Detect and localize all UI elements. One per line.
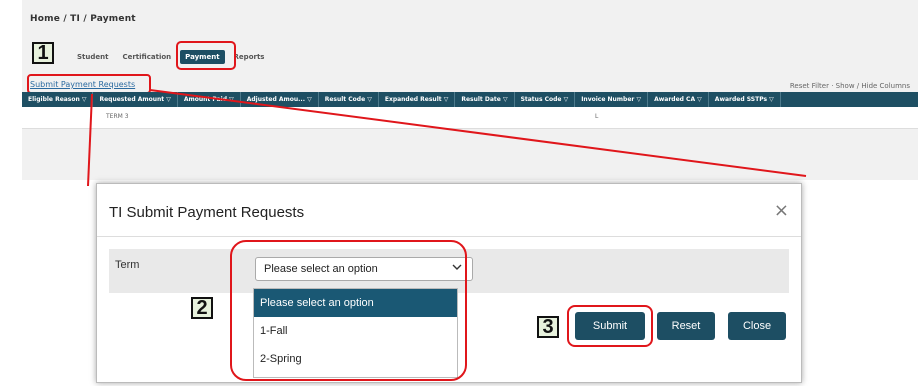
close-icon[interactable]: ×	[774, 200, 789, 221]
close-button[interactable]: Close	[728, 312, 786, 340]
step-badge-2: 2	[191, 297, 213, 319]
submit-highlight	[567, 305, 653, 347]
column-header[interactable]: Invoice Number ▽	[575, 92, 649, 107]
column-header[interactable]: Amount Paid ▽	[178, 92, 241, 107]
reset-button[interactable]: Reset	[657, 312, 715, 340]
dropdown-highlight	[230, 240, 467, 381]
step-badge-1: 1	[32, 42, 54, 64]
tab-bar: Student Certification Payment Reports	[72, 50, 269, 64]
step-badge-3: 3	[537, 316, 559, 338]
column-header[interactable]: Awarded SSTPs ▽	[709, 92, 781, 107]
background-page	[22, 0, 918, 180]
breadcrumb: Home / TI / Payment	[30, 14, 136, 24]
column-header[interactable]: Adjusted Amou... ▽	[241, 92, 319, 107]
submit-link-highlight	[27, 74, 151, 94]
term-label: Term	[115, 259, 140, 271]
tab-certification[interactable]: Certification	[117, 50, 176, 64]
table-cell: TERM 3	[106, 113, 129, 120]
grid-header: Eligible Reason ▽ Requested Amount ▽ Amo…	[22, 92, 918, 107]
column-header[interactable]: Expanded Result ▽	[379, 92, 456, 107]
payment-tab-highlight	[176, 41, 236, 70]
column-header[interactable]: Result Date ▽	[455, 92, 515, 107]
column-header[interactable]: Awarded CA ▽	[648, 92, 709, 107]
modal-divider	[97, 236, 801, 237]
modal-title: TI Submit Payment Requests	[109, 204, 305, 221]
column-header[interactable]: Result Code ▽	[319, 92, 379, 107]
table-cell: L	[595, 113, 599, 120]
column-header[interactable]: Eligible Reason ▽	[22, 92, 94, 107]
page: Home / TI / Payment 1 Student Certificat…	[0, 0, 918, 386]
column-header[interactable]: Requested Amount ▽	[93, 92, 178, 107]
column-header[interactable]: Status Code ▽	[515, 92, 576, 107]
tab-student[interactable]: Student	[72, 50, 113, 64]
toolbar-right-actions[interactable]: Reset Filter · Show / Hide Columns	[790, 82, 910, 90]
table-row[interactable]: TERM 3 L	[22, 107, 918, 129]
